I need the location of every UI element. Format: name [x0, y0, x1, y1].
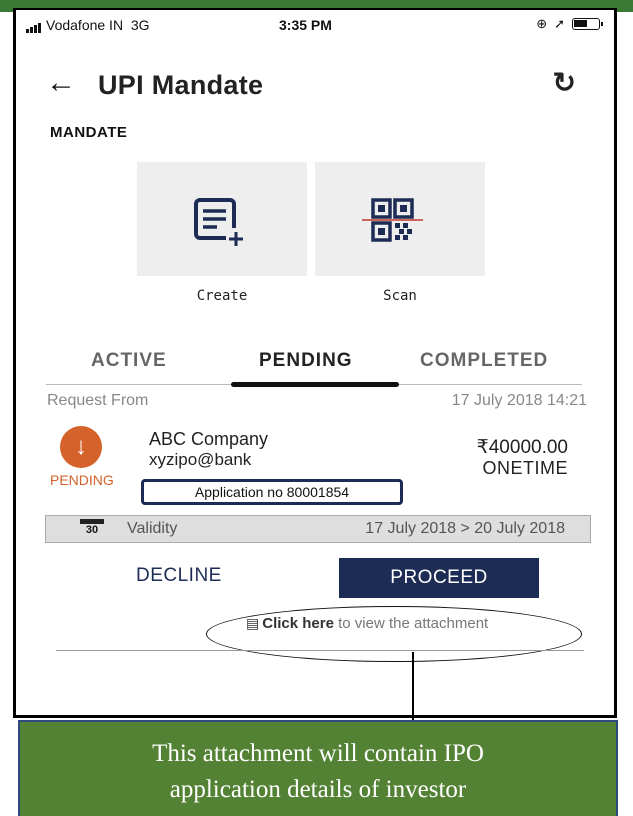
create-mandate-button[interactable] — [137, 162, 307, 276]
callout-text: This attachment will contain IPO applica… — [20, 736, 616, 808]
request-from-label: Request From — [47, 392, 149, 409]
callout-box: This attachment will contain IPO applica… — [18, 720, 618, 816]
status-icons: ⊕ ➚ — [536, 16, 603, 32]
callout-line-1: This attachment will contain IPO — [152, 740, 484, 767]
mandate-amount: ₹40000.00 — [476, 437, 568, 458]
create-document-icon — [194, 198, 246, 248]
scan-label: Scan — [383, 288, 417, 304]
app-header: ← UPI Mandate ↻ — [16, 60, 614, 110]
request-header-row: Request From 17 July 2018 14:21 — [47, 392, 587, 414]
validity-range: 17 July 2018 > 20 July 2018 — [365, 520, 565, 537]
arrow-down-icon: ↓ — [60, 426, 102, 468]
calendar-day: 30 — [85, 524, 99, 536]
proceed-button[interactable]: PROCEED — [339, 558, 539, 598]
view-attachment-link[interactable]: ▤ Click here to view the attachment — [246, 615, 488, 632]
calendar-icon: 30 — [80, 519, 104, 539]
lock-rotation-icon: ⊕ — [536, 16, 548, 31]
payee-vpa: xyzipo@bank — [149, 450, 252, 469]
mandate-tabs: ACTIVE PENDING COMPLETED — [46, 342, 582, 387]
selected-tab-indicator — [231, 382, 399, 387]
scan-mandate-button[interactable] — [315, 162, 485, 276]
callout-arrow-line — [412, 652, 414, 728]
arrow-left-icon[interactable]: ← — [46, 68, 76, 98]
location-arrow-icon: ➚ — [554, 16, 565, 31]
qr-scan-icon — [362, 198, 423, 242]
attachment-hint: to view the attachment — [338, 615, 489, 632]
payee-company: ABC Company — [149, 429, 269, 449]
network-type: 3G — [130, 17, 150, 33]
carrier-name: Vodafone IN — [46, 17, 124, 33]
validity-label: Validity — [127, 520, 178, 537]
mandate-section-label: MANDATE — [50, 124, 128, 141]
status-badge: PENDING — [50, 472, 114, 488]
tab-pending[interactable]: PENDING — [259, 350, 353, 372]
carrier-info: Vodafone IN 3G — [26, 17, 150, 33]
create-label: Create — [196, 288, 248, 304]
tab-completed[interactable]: COMPLETED — [420, 350, 548, 372]
validity-bar: 30 Validity 17 July 2018 > 20 July 2018 — [45, 515, 591, 543]
phone-screen: Vodafone IN 3G 3:35 PM ⊕ ➚ ← UPI Mandate… — [13, 8, 617, 718]
refresh-icon[interactable]: ↻ — [553, 66, 576, 99]
page-title: UPI Mandate — [98, 70, 264, 100]
application-number: Application no 80001854 — [141, 479, 403, 505]
attachment-icon: ▤ — [246, 615, 260, 631]
callout-line-2: application details of investor — [169, 776, 467, 803]
divider — [56, 650, 584, 651]
decline-button[interactable]: DECLINE — [136, 565, 222, 587]
tab-active[interactable]: ACTIVE — [91, 350, 167, 372]
status-time: 3:35 PM — [279, 17, 332, 33]
signal-icon — [26, 17, 42, 33]
battery-icon — [572, 18, 603, 30]
request-datetime: 17 July 2018 14:21 — [451, 392, 587, 409]
click-here-link[interactable]: Click here — [262, 615, 334, 632]
mandate-frequency: ONETIME — [482, 458, 568, 478]
status-bar: Vodafone IN 3G 3:35 PM ⊕ ➚ — [16, 10, 614, 42]
